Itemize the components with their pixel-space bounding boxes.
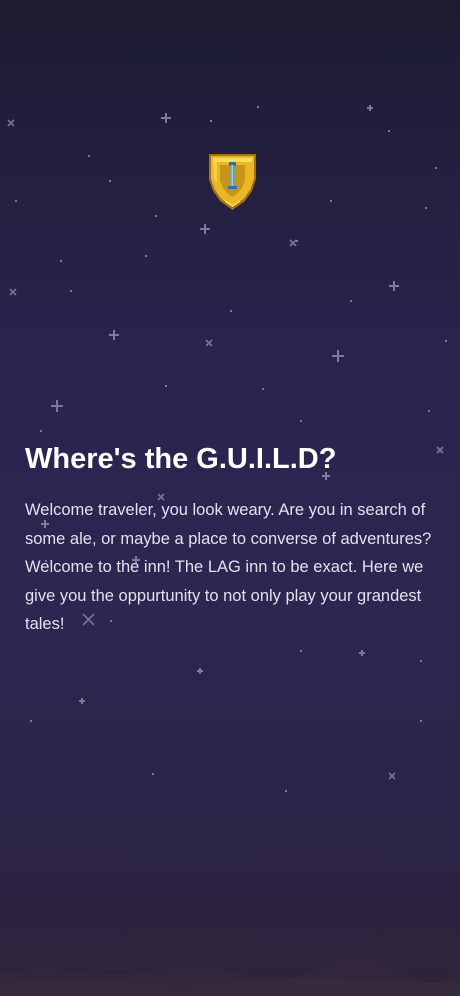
- intro-paragraph: Welcome traveler, you look weary. Are yo…: [25, 501, 432, 634]
- shield-icon: [207, 153, 258, 211]
- page-title: Where's the G.U.I.L.D?: [25, 443, 337, 475]
- intro-section: Where's the G.U.I.L.D? Welcome traveler,…: [25, 440, 437, 639]
- horizon-silhouette: [0, 958, 460, 996]
